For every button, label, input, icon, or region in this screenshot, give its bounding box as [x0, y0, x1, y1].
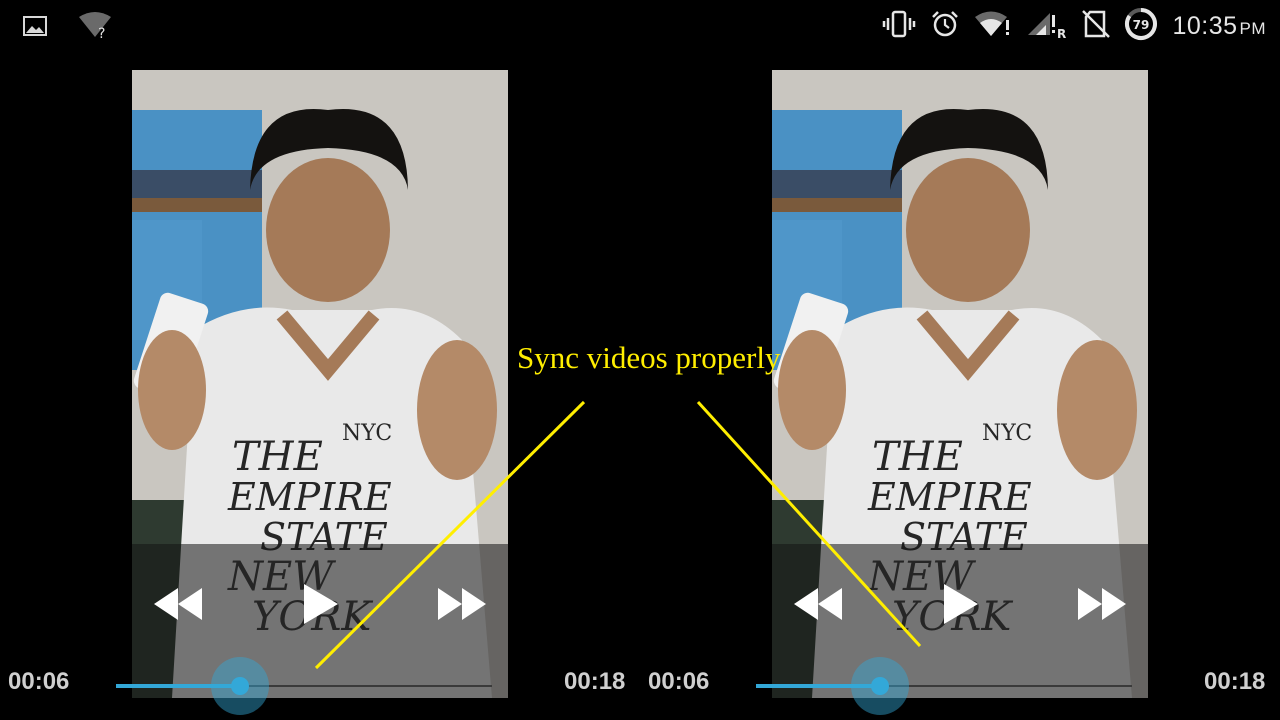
- status-bar-left: ?: [22, 12, 112, 45]
- play-icon[interactable]: [298, 580, 342, 633]
- svg-text:THE: THE: [872, 434, 963, 480]
- svg-text:THE: THE: [232, 434, 323, 480]
- no-sim-icon: [1082, 9, 1111, 44]
- status-clock: 10:35 PM: [1172, 12, 1266, 41]
- play-icon[interactable]: [938, 580, 982, 633]
- status-bar-right: R 79 10:35 PM: [882, 7, 1266, 46]
- clock-ampm: PM: [1239, 18, 1266, 38]
- clock-time: 10:35: [1172, 11, 1238, 40]
- alarm-icon: [930, 9, 960, 44]
- left-seek-bar[interactable]: [116, 657, 492, 715]
- right-total-time: 00:18: [1204, 668, 1266, 695]
- rewind-icon[interactable]: [152, 580, 204, 633]
- seek-track: [880, 685, 1132, 687]
- wifi-icon: [974, 10, 1012, 43]
- seek-thumb-core[interactable]: [231, 677, 249, 695]
- wifi-unknown-icon: ?: [78, 12, 112, 45]
- signal-roaming-icon: R: [1026, 9, 1068, 44]
- svg-text:NYC: NYC: [982, 421, 1032, 446]
- right-seek-bar[interactable]: [756, 657, 1132, 715]
- rewind-icon[interactable]: [792, 580, 844, 633]
- status-bar: ? R 79 10:35 PM: [0, 0, 1280, 54]
- battery-icon: 79: [1124, 7, 1158, 46]
- seek-thumb-core[interactable]: [871, 677, 889, 695]
- seek-thumb[interactable]: [211, 657, 269, 715]
- fast-forward-icon[interactable]: [436, 580, 488, 633]
- svg-text:EMPIRE: EMPIRE: [867, 475, 1032, 519]
- image-notification-icon: [22, 14, 48, 43]
- right-current-time: 00:06: [648, 668, 710, 695]
- svg-text:EMPIRE: EMPIRE: [227, 475, 392, 519]
- svg-text:?: ?: [98, 26, 105, 40]
- svg-text:NYC: NYC: [342, 421, 392, 446]
- seek-track: [240, 685, 492, 687]
- vibrate-icon: [882, 10, 916, 43]
- left-current-time: 00:06: [8, 668, 70, 695]
- seek-thumb[interactable]: [851, 657, 909, 715]
- left-total-time: 00:18: [564, 668, 626, 695]
- svg-text:R: R: [1057, 27, 1066, 39]
- svg-text:79: 79: [1133, 18, 1150, 32]
- fast-forward-icon[interactable]: [1076, 580, 1128, 633]
- video-player-left[interactable]: THE EMPIRE STATE NEW YORK NYC: [132, 70, 508, 698]
- video-player-right[interactable]: THE EMPIRE STATE NEW YORK NYC: [772, 70, 1148, 698]
- annotation-text: Sync videos properly: [517, 340, 781, 375]
